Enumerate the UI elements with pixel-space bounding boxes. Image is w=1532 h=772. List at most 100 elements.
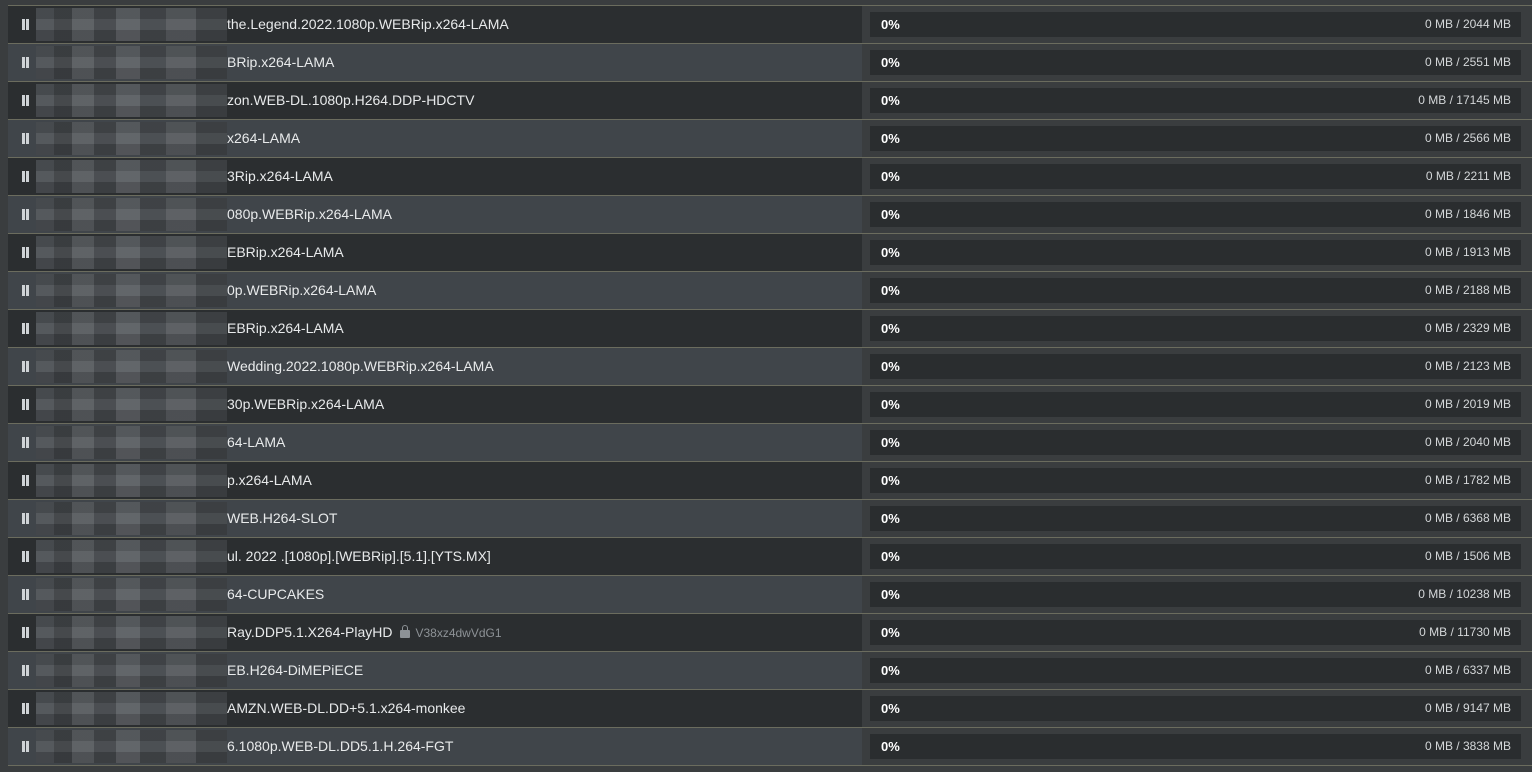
pause-icon[interactable]	[22, 437, 29, 448]
queue-row[interactable]: AMZN.WEB-DL.DD+5.1.x264-monkee 0% 0 MB / 9…	[8, 689, 1532, 727]
queue-row[interactable]: EBRip.x264-LAMA 0% 0 MB / 1913 MB	[8, 233, 1532, 271]
queue-row[interactable]: the.Legend.2022.1080p.WEBRip.x264-LAMA 0%…	[8, 5, 1532, 43]
job-name[interactable]: Wedding.2022.1080p.WEBRip.x264-LAMA	[227, 348, 494, 385]
progress-bar: 0% 0 MB / 6337 MB	[870, 658, 1521, 683]
pause-icon[interactable]	[22, 627, 29, 638]
redacted-filename-block	[36, 692, 227, 725]
progress-size: 0 MB / 1913 MB	[1424, 245, 1511, 259]
redacted-filename-block	[36, 730, 227, 763]
queue-row[interactable]: Ray.DDP5.1.X264-PlayHD V38xz4dwVdG1 0% 0 MB…	[8, 613, 1532, 651]
job-name[interactable]: EBRip.x264-LAMA	[227, 234, 344, 271]
progress-size: 0 MB / 2040 MB	[1424, 435, 1511, 449]
job-name-text: WEB.H264-SLOT	[227, 510, 338, 526]
progress-size: 0 MB / 2551 MB	[1424, 55, 1511, 69]
pause-icon[interactable]	[22, 703, 29, 714]
progress-percent: 0%	[881, 359, 900, 374]
progress-size: 0 MB / 6368 MB	[1424, 511, 1511, 525]
redacted-filename-block	[36, 426, 227, 459]
job-name[interactable]: zon.WEB-DL.1080p.H264.DDP-HDCTV	[227, 82, 474, 119]
pause-icon[interactable]	[22, 247, 29, 258]
job-name[interactable]: x264-LAMA	[227, 120, 300, 157]
job-name-text: EBRip.x264-LAMA	[227, 320, 344, 336]
progress-bar: 0% 0 MB / 10238 MB	[870, 582, 1521, 607]
pause-icon[interactable]	[22, 361, 29, 372]
job-name-text: 64-CUPCAKES	[227, 586, 325, 602]
progress-bar: 0% 0 MB / 2211 MB	[870, 164, 1521, 189]
progress-cell: 0% 0 MB / 10238 MB	[862, 576, 1532, 613]
job-name[interactable]: 3Rip.x264-LAMA	[227, 158, 333, 195]
queue-row[interactable]: x264-LAMA 0% 0 MB / 2566 MB	[8, 119, 1532, 157]
job-name[interactable]: BRip.x264-LAMA	[227, 44, 334, 81]
pause-icon[interactable]	[22, 551, 29, 562]
pause-icon[interactable]	[22, 475, 29, 486]
queue-row[interactable]: 0p.WEBRip.x264-LAMA 0% 0 MB / 2188 MB	[8, 271, 1532, 309]
redacted-filename-block	[36, 236, 227, 269]
progress-cell: 0% 0 MB / 2566 MB	[862, 120, 1532, 157]
job-name[interactable]: 6.1080p.WEB-DL.DD5.1.H.264-FGT	[227, 728, 453, 765]
queue-row[interactable]: 6.1080p.WEB-DL.DD5.1.H.264-FGT 0% 0 MB / 3…	[8, 727, 1532, 766]
job-name-text: the.Legend.2022.1080p.WEBRip.x264-LAMA	[227, 16, 509, 32]
queue-row[interactable]: p.x264-LAMA 0% 0 MB / 1782 MB	[8, 461, 1532, 499]
progress-bar: 0% 0 MB / 1506 MB	[870, 544, 1521, 569]
queue-row[interactable]: ul. 2022 .[1080p].[WEBRip].[5.1].[YTS.MX…	[8, 537, 1532, 575]
job-name-text: 64-LAMA	[227, 434, 286, 450]
progress-cell: 0% 0 MB / 1913 MB	[862, 234, 1532, 271]
job-name-text: Ray.DDP5.1.X264-PlayHD	[227, 624, 393, 640]
progress-bar: 0% 0 MB / 1846 MB	[870, 202, 1521, 227]
pause-icon[interactable]	[22, 285, 29, 296]
pause-icon[interactable]	[22, 209, 29, 220]
queue-row[interactable]: EB.H264-DiMEPiECE 0% 0 MB / 6337 MB	[8, 651, 1532, 689]
job-name-text: 30p.WEBRip.x264-LAMA	[227, 396, 385, 412]
progress-cell: 0% 0 MB / 9147 MB	[862, 690, 1532, 727]
pause-icon[interactable]	[22, 171, 29, 182]
pause-icon[interactable]	[22, 323, 29, 334]
job-name[interactable]: ul. 2022 .[1080p].[WEBRip].[5.1].[YTS.MX…	[227, 538, 491, 575]
job-name[interactable]: EBRip.x264-LAMA	[227, 310, 344, 347]
progress-bar: 0% 0 MB / 2329 MB	[870, 316, 1521, 341]
job-name[interactable]: 30p.WEBRip.x264-LAMA	[227, 386, 384, 423]
job-name[interactable]: 64-CUPCAKES	[227, 576, 324, 613]
queue-row[interactable]: 30p.WEBRip.x264-LAMA 0% 0 MB / 2019 MB	[8, 385, 1532, 423]
job-name-text: zon.WEB-DL.1080p.H264.DDP-HDCTV	[227, 92, 475, 108]
queue-row[interactable]: zon.WEB-DL.1080p.H264.DDP-HDCTV 0% 0 MB / …	[8, 81, 1532, 119]
progress-cell: 0% 0 MB / 2040 MB	[862, 424, 1532, 461]
progress-bar: 0% 0 MB / 1913 MB	[870, 240, 1521, 265]
progress-bar: 0% 0 MB / 9147 MB	[870, 696, 1521, 721]
queue-row[interactable]: EBRip.x264-LAMA 0% 0 MB / 2329 MB	[8, 309, 1532, 347]
pause-icon[interactable]	[22, 665, 29, 676]
progress-cell: 0% 0 MB / 2329 MB	[862, 310, 1532, 347]
job-name[interactable]: Ray.DDP5.1.X264-PlayHD V38xz4dwVdG1	[227, 614, 502, 651]
queue-row[interactable]: WEB.H264-SLOT 0% 0 MB / 6368 MB	[8, 499, 1532, 537]
queue-row[interactable]: Wedding.2022.1080p.WEBRip.x264-LAMA 0% 0 M…	[8, 347, 1532, 385]
job-name[interactable]: p.x264-LAMA	[227, 462, 312, 499]
redacted-filename-block	[36, 540, 227, 573]
job-name[interactable]: 080p.WEBRip.x264-LAMA	[227, 196, 392, 233]
job-name[interactable]: 0p.WEBRip.x264-LAMA	[227, 272, 376, 309]
pause-icon[interactable]	[22, 741, 29, 752]
progress-size: 0 MB / 3838 MB	[1424, 739, 1511, 753]
redacted-filename-block	[36, 312, 227, 345]
queue-row[interactable]: BRip.x264-LAMA 0% 0 MB / 2551 MB	[8, 43, 1532, 81]
pause-icon[interactable]	[22, 133, 29, 144]
pause-icon[interactable]	[22, 57, 29, 68]
job-name-text: 0p.WEBRip.x264-LAMA	[227, 282, 377, 298]
progress-percent: 0%	[881, 283, 900, 298]
redacted-filename-block	[36, 8, 227, 41]
job-name[interactable]: 64-LAMA	[227, 424, 285, 461]
queue-row[interactable]: 64-CUPCAKES 0% 0 MB / 10238 MB	[8, 575, 1532, 613]
progress-cell: 0% 0 MB / 2123 MB	[862, 348, 1532, 385]
pause-icon[interactable]	[22, 589, 29, 600]
download-queue: the.Legend.2022.1080p.WEBRip.x264-LAMA 0%…	[8, 5, 1532, 766]
pause-icon[interactable]	[22, 95, 29, 106]
queue-row[interactable]: 080p.WEBRip.x264-LAMA 0% 0 MB / 1846 MB	[8, 195, 1532, 233]
progress-percent: 0%	[881, 511, 900, 526]
job-name[interactable]: AMZN.WEB-DL.DD+5.1.x264-monkee	[227, 690, 465, 727]
job-name[interactable]: WEB.H264-SLOT	[227, 500, 337, 537]
pause-icon[interactable]	[22, 513, 29, 524]
job-name[interactable]: the.Legend.2022.1080p.WEBRip.x264-LAMA	[227, 6, 509, 43]
pause-icon[interactable]	[22, 19, 29, 30]
job-name[interactable]: EB.H264-DiMEPiECE	[227, 652, 363, 689]
queue-row[interactable]: 3Rip.x264-LAMA 0% 0 MB / 2211 MB	[8, 157, 1532, 195]
queue-row[interactable]: 64-LAMA 0% 0 MB / 2040 MB	[8, 423, 1532, 461]
pause-icon[interactable]	[22, 399, 29, 410]
